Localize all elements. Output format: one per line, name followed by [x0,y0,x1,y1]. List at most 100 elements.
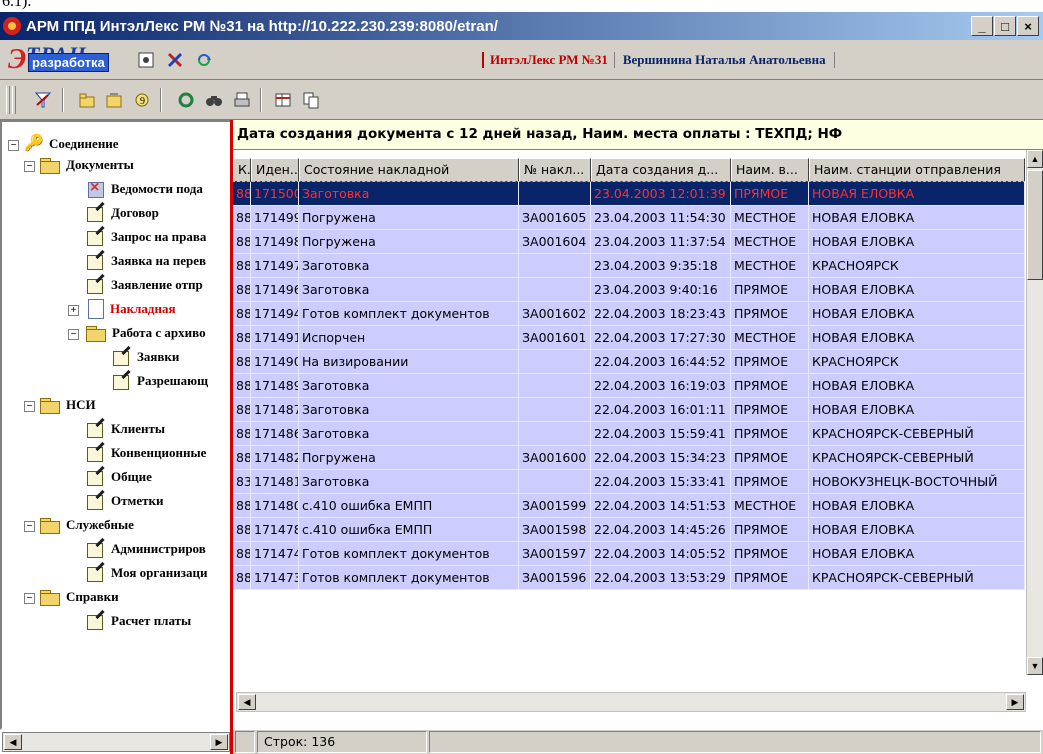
table-cell: 22.04.2003 17:27:30 [591,326,731,350]
properties-icon[interactable] [136,50,156,70]
expand-toggle[interactable]: − [24,593,35,604]
expand-toggle[interactable]: − [68,329,79,340]
grid-vertical-scrollbar[interactable]: ▲ ▼ [1026,150,1043,675]
tree-node-contract[interactable]: Договор [86,202,159,224]
table-row[interactable]: 88 171497 Заготовка 23.04.2003 9:35:18 МЕСТН… [233,254,1025,278]
expand-toggle[interactable]: + [68,305,79,316]
tree-node-documents[interactable]: Документы [40,154,134,176]
table-row[interactable]: 88 171498 Погружена ЗА001604 23.04.2003 11:3… [233,230,1025,254]
scroll-thumb[interactable] [1027,170,1043,280]
tree-node-service[interactable]: Служебные [40,514,134,536]
svg-text:9: 9 [140,96,145,107]
form-icon [112,349,132,366]
toolbar-grip-2[interactable] [12,86,16,114]
table-cell: ЗА001604 [519,230,591,254]
table-row[interactable]: 88 171478 с.410 ошибка ЕМПП ЗА001598 22.04.2… [233,518,1025,542]
table-cell: ПРЯМОЕ [731,566,809,590]
table-row[interactable]: 88 171480 с.410 ошибка ЕМПП ЗА001599 22.04.2… [233,494,1025,518]
table-row[interactable]: 83 171481 Заготовка 22.04.2003 15:33:41 ПРЯМ… [233,470,1025,494]
table-row[interactable]: 88 171496 Заготовка 23.04.2003 9:40:16 ПРЯМО… [233,278,1025,302]
grid-horizontal-scrollbar[interactable]: ◀ ▶ [236,692,1026,712]
table-cell: 171481 [251,470,299,494]
tree-node-archive-work[interactable]: Работа с архиво [86,322,206,344]
refresh-icon[interactable] [194,50,214,70]
table-row[interactable]: 88 171490 На визировании 22.04.2003 16:44:5… [233,350,1025,374]
tree-node-reference-data[interactable]: НСИ [40,394,96,416]
maximize-button[interactable]: □ [994,16,1016,36]
expand-toggle[interactable]: − [24,521,35,532]
table-row[interactable]: 88 171487 Заготовка 22.04.2003 16:01:11 ПРЯМ… [233,398,1025,422]
column-header[interactable]: Иден... [251,158,299,182]
window-titlebar[interactable]: АРМ ППД ИнтэлЛекс РМ №31 на http://10.22… [0,12,1043,40]
filter-icon[interactable] [32,89,54,111]
table-row[interactable]: 88 171482 Погружена ЗА001600 22.04.2003 15:3… [233,446,1025,470]
app-icon[interactable] [3,17,21,35]
find-icon[interactable] [203,89,225,111]
scroll-right-icon[interactable]: ▶ [210,734,228,750]
column-header[interactable]: № накл... [519,158,591,182]
scroll-left-icon[interactable]: ◀ [4,734,22,750]
tree-node-statements[interactable]: Ведомости пода [86,178,203,200]
table-row[interactable]: 88 171491 Испорчен ЗА001601 22.04.2003 17:27… [233,326,1025,350]
tree-horizontal-scrollbar[interactable]: ◀ ▶ [2,732,230,752]
tree-node-marks[interactable]: Отметки [86,490,164,512]
tree-node-reports[interactable]: Справки [40,586,119,608]
new-folder-icon[interactable] [76,89,98,111]
table-row[interactable]: 88 171474 Готов комплект документов ЗА00159… [233,542,1025,566]
column-header[interactable]: Состояние накладной [299,158,519,182]
form-icon [86,421,106,438]
tools-icon[interactable] [165,50,185,70]
expand-toggle[interactable]: − [24,161,35,172]
table-cell: НОВАЯ ЕЛОВКА [809,494,1025,518]
table-view-icon[interactable] [272,89,294,111]
tree-node-waybill[interactable]: Накладная [88,298,176,320]
tree-node-rights-request[interactable]: Запрос на права [86,226,206,248]
scroll-up-icon[interactable]: ▲ [1027,150,1043,168]
scroll-left-icon[interactable]: ◀ [238,694,256,710]
user-info: ИнтэлЛекс РМ №31 Вершинина Наталья Анато… [482,48,835,72]
tree-node-requests[interactable]: Заявки [112,346,179,368]
tree-node-connection[interactable]: 🔑 Соединение [24,133,119,155]
table-row[interactable]: 88 171494 Готов комплект документов ЗА00160… [233,302,1025,326]
toolbar-grip[interactable] [6,86,10,114]
table-row[interactable]: 88 171486 Заготовка 22.04.2003 15:59:41 ПРЯМ… [233,422,1025,446]
table-cell: 23.04.2003 11:37:54 [591,230,731,254]
table-cell: ЗА001600 [519,446,591,470]
table-row[interactable]: 88 171473 Готов комплект документов ЗА00159… [233,566,1025,590]
recycle-icon[interactable] [175,89,197,111]
tree-node-general[interactable]: Общие [86,466,152,488]
tree-node-administration[interactable]: Администриров [86,538,206,560]
close-button[interactable]: × [1017,16,1039,36]
column-header[interactable]: Дата создания д... [591,158,731,182]
tree-node-label: Моя организаци [111,565,208,580]
tree-node-transport-request[interactable]: Заявка на перев [86,250,206,272]
table-cell [519,350,591,374]
table-cell: 22.04.2003 15:34:23 [591,446,731,470]
tree-node-conventional[interactable]: Конвенционные [86,442,206,464]
info-icon[interactable]: 9 [131,89,153,111]
column-header[interactable]: Наим. станции отправления [809,158,1025,182]
column-header[interactable]: К... [233,158,251,182]
minimize-button[interactable]: _ [971,16,993,36]
table-row[interactable]: 88 171500 Заготовка 23.04.2003 12:01:39 ПРЯМ… [233,181,1025,207]
tree-node-permits[interactable]: Разрешающ [112,370,208,392]
open-folder-icon[interactable] [103,89,125,111]
tree-node-shipper-application[interactable]: Заявление отпр [86,274,203,296]
table-cell: МЕСТНОЕ [731,206,809,230]
tree-node-fee-calculation[interactable]: Расчет платы [86,610,191,632]
column-header[interactable]: Наим. в... [731,158,809,182]
expand-toggle[interactable]: − [24,401,35,412]
tree-node-my-organization[interactable]: Моя организаци [86,562,207,584]
tree-node-clients[interactable]: Клиенты [86,418,165,440]
scroll-down-icon[interactable]: ▼ [1027,657,1043,675]
tree-node-label: Накладная [110,301,176,316]
expand-toggle[interactable]: − [8,140,19,151]
table-row[interactable]: 88 171499 Погружена ЗА001605 23.04.2003 11:5… [233,206,1025,230]
table-cell: 171490 [251,350,299,374]
table-row[interactable]: 88 171489 Заготовка 22.04.2003 16:19:03 ПРЯМ… [233,374,1025,398]
scroll-right-icon[interactable]: ▶ [1006,694,1024,710]
copy-icon[interactable] [300,89,322,111]
table-cell: 22.04.2003 14:45:26 [591,518,731,542]
print-icon[interactable] [231,89,253,111]
folder-icon [40,397,60,414]
